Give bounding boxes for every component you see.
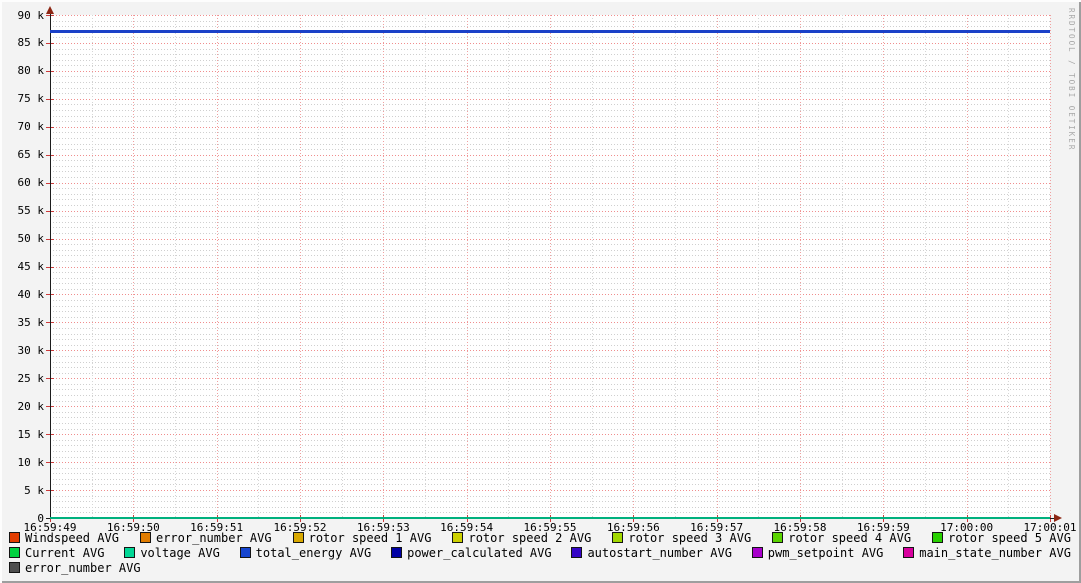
y-axis-line: [50, 13, 51, 519]
gridline-v-minor: [258, 15, 260, 518]
y-axis-label: 70 k: [17, 120, 45, 134]
y-axis-label: 40 k: [17, 287, 45, 301]
legend-swatch-icon: [292, 532, 304, 543]
legend-item-windspeed-avg: Windspeed AVG: [9, 531, 119, 545]
legend-row: error_number AVG: [9, 560, 1071, 575]
y-axis-label: 25 k: [17, 371, 45, 385]
legend-item-main-state-number-avg: main_state_number AVG: [903, 546, 1071, 560]
legend-swatch-icon: [391, 547, 403, 558]
legend-item-error-number-avg: error_number AVG: [9, 561, 141, 575]
gridline-v-major: [1050, 15, 1051, 518]
gridline-v-major: [133, 15, 135, 518]
legend-item-rotor-speed-5-avg: rotor speed 5 AVG: [932, 531, 1071, 545]
legend-swatch-icon: [9, 532, 20, 543]
gridline-v-major: [633, 15, 635, 518]
legend-label: rotor speed 3 AVG: [628, 530, 752, 545]
legend-label: power_calculated AVG: [407, 545, 552, 560]
gridline-v-major: [883, 15, 885, 518]
y-axis-arrow-icon: [46, 6, 54, 14]
gridline-v-major: [716, 15, 718, 518]
y-axis-label: 35 k: [17, 315, 45, 329]
y-axis-label: 50 k: [17, 232, 45, 246]
legend-label: error_number AVG: [25, 560, 141, 575]
legend-item-rotor-speed-2-avg: rotor speed 2 AVG: [452, 531, 591, 545]
legend-item-autostart-number-avg: autostart_number AVG: [571, 546, 732, 560]
legend-item-rotor-speed-4-avg: rotor speed 4 AVG: [772, 531, 911, 545]
legend-item-current-avg: Current AVG: [9, 546, 104, 560]
gridline-v-major: [300, 15, 301, 518]
legend-row: Windspeed AVG error_number AVG rotor speed…: [9, 530, 1071, 545]
y-axis-label: 65 k: [17, 148, 45, 162]
legend-label: pwm_setpoint AVG: [767, 545, 884, 560]
legend-swatch-icon: [903, 547, 915, 558]
legend-label: rotor speed 1 AVG: [308, 530, 432, 545]
y-axis-label: 20 k: [17, 399, 45, 413]
y-axis-label: 5 k: [24, 483, 44, 497]
legend-swatch-icon: [772, 532, 784, 543]
gridline-v-major: [466, 15, 468, 518]
gridline-v-minor: [425, 15, 426, 518]
watermark: RRDTOOL / TOBI OETIKER: [1067, 8, 1076, 152]
gridline-v-minor: [758, 15, 760, 518]
gridline-v-minor: [925, 15, 926, 518]
y-axis-label: 10 k: [17, 455, 45, 469]
gridline-v-minor: [341, 15, 343, 518]
y-axis-label: 55 k: [17, 204, 45, 218]
gridline-v-minor: [675, 15, 676, 518]
legend-label: Windspeed AVG: [25, 530, 119, 545]
gridline-v-minor: [91, 15, 93, 518]
legend-swatch-icon: [124, 547, 136, 558]
y-axis-label: 80 k: [17, 64, 45, 78]
y-axis-label: 60 k: [17, 176, 45, 190]
legend-swatch-icon: [239, 547, 251, 558]
legend-label: autostart_number AVG: [587, 545, 732, 560]
legend-swatch-icon: [9, 562, 20, 573]
legend-label: voltage AVG: [140, 545, 220, 560]
gridline-v-minor: [591, 15, 593, 518]
legend-item-power-calculated-avg: power_calculated AVG: [391, 546, 552, 560]
legend-swatch-icon: [571, 547, 583, 558]
y-axis-label: 90 k: [17, 8, 45, 22]
legend-swatch-icon: [751, 547, 763, 558]
legend-item-total-energy-avg: total_energy AVG: [239, 545, 372, 560]
gridline-v-major: [216, 15, 218, 518]
legend-label: rotor speed 5 AVG: [948, 530, 1071, 545]
legend-label: Current AVG: [25, 545, 105, 560]
legend-item-pwm-setpoint-avg: pwm_setpoint AVG: [751, 545, 884, 560]
gridline-v-minor: [175, 15, 176, 518]
series-line-total-energy-avg: [50, 30, 1050, 34]
y-axis-label: 75 k: [17, 92, 45, 106]
series-line-baseline-series-at-zero-current-voltage-etc-: [50, 517, 1050, 519]
legend-item-error-number-avg: error_number AVG: [139, 530, 272, 545]
y-axis-label: 15 k: [17, 427, 45, 441]
legend-label: rotor speed 4 AVG: [788, 530, 912, 545]
legend-swatch-icon: [9, 547, 20, 558]
legend-label: total_energy AVG: [255, 545, 372, 560]
legend-label: error_number AVG: [155, 530, 272, 545]
legend-swatch-icon: [932, 532, 944, 543]
y-axis-label: 30 k: [17, 343, 45, 357]
legend-swatch-icon: [612, 532, 624, 543]
gridline-v-minor: [841, 15, 843, 518]
gridline-v-major: [383, 15, 385, 518]
gridline-v-major: [550, 15, 551, 518]
gridline-v-major: [800, 15, 801, 518]
y-axis-label: 45 k: [17, 260, 45, 273]
y-axis-label: 85 k: [17, 36, 45, 50]
legend-row: Current AVG voltage AVG total_energy AVG po…: [9, 545, 1071, 560]
legend-item-rotor-speed-3-avg: rotor speed 3 AVG: [612, 531, 751, 545]
legend: Windspeed AVG error_number AVG rotor speed…: [9, 530, 1071, 575]
rrdtool-graph: 05 k 10 k 15 k 20 k 25 k 30 k 35 k 40 k 45 k 50 k…: [0, 0, 1081, 583]
legend-label: main_state_number AVG: [919, 545, 1071, 560]
legend-item-rotor-speed-1-avg: rotor speed 1 AVG: [292, 530, 432, 545]
legend-swatch-icon: [139, 532, 151, 543]
gridline-v-major: [966, 15, 968, 518]
gridline-v-minor: [508, 15, 510, 518]
gridline-v-minor: [1008, 15, 1010, 518]
x-axis-arrow-icon: [1054, 514, 1062, 522]
legend-label: rotor speed 2 AVG: [468, 530, 592, 545]
legend-swatch-icon: [452, 532, 464, 543]
legend-item-voltage-avg: voltage AVG: [124, 545, 220, 560]
